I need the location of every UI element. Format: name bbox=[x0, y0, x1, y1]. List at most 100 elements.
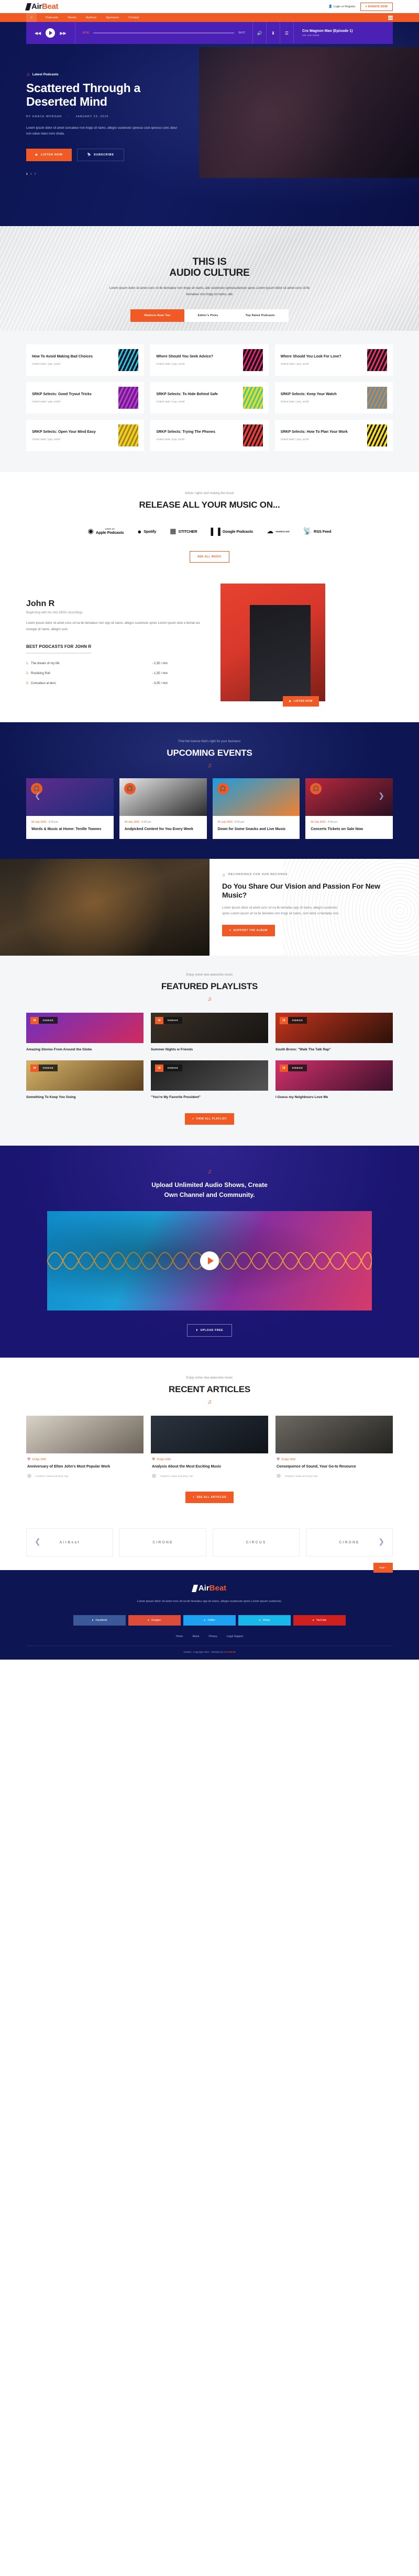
nav-list: Podcasts Series Authors Sponsors Contact bbox=[41, 16, 144, 19]
article-body: 📅 23 Apr 2020 Anniversary of Elton John's … bbox=[26, 1453, 144, 1479]
social-link-yt[interactable]: ● YouTube bbox=[293, 1615, 346, 1626]
artist-listen-button[interactable]: ▶ LISTEN NOW bbox=[283, 696, 319, 707]
back-to-top-button[interactable]: TOP ↑ bbox=[373, 1563, 393, 1573]
chevron-right-icon[interactable]: ❯ bbox=[378, 791, 384, 800]
platform-rss-feed[interactable]: 📡 RSS Feed bbox=[303, 527, 332, 535]
social-link-gp[interactable]: ● Google+ bbox=[128, 1615, 181, 1626]
social-link-vm[interactable]: ● Vimeo bbox=[238, 1615, 291, 1626]
progress-bar[interactable] bbox=[93, 32, 235, 33]
hero-slide-dots[interactable]: 1 2 3 bbox=[26, 173, 189, 176]
article-card[interactable]: 📅 23 Apr 2020 Consequence of Sound, Your G… bbox=[275, 1416, 393, 1479]
skip-back-icon[interactable]: ◀◀ bbox=[35, 31, 41, 36]
copyright-link[interactable]: COLORLIB bbox=[224, 1651, 236, 1653]
see-all-articles-button[interactable]: + SEE ALL ARTICLES bbox=[185, 1492, 234, 1504]
playlist-card[interactable]: 18 VIDEOS "You're My Favorite President" bbox=[151, 1060, 268, 1100]
nav-item-series[interactable]: Series bbox=[63, 16, 81, 19]
tab-top-rated-podcasts[interactable]: Top Rated Podcasts bbox=[231, 309, 289, 322]
donate-now-button[interactable]: ♥ DONATE NOW bbox=[360, 2, 393, 11]
view-all-playlist-button[interactable]: + VIEW ALL PLAYLIST bbox=[184, 1113, 235, 1125]
nav-item-sponsors[interactable]: Sponsors bbox=[101, 16, 124, 19]
station-card[interactable]: Where Should You Look For Love? United st… bbox=[274, 344, 393, 376]
social-link-fb[interactable]: ● Facebook bbox=[73, 1615, 126, 1626]
subscribe-button[interactable]: 📡 SUBSCRIBE bbox=[77, 148, 124, 161]
playlist-card[interactable]: 18 VIDEOS Amazing Stories From Around the … bbox=[26, 1012, 144, 1052]
support-album-button[interactable]: ♥ SUPPORT THE ALBUM bbox=[222, 924, 275, 936]
hero-photo bbox=[199, 47, 419, 178]
playlist-card[interactable]: 18 VIDEOS Summer Nights w Friends bbox=[151, 1012, 268, 1052]
station-card[interactable]: SRKP Selects: Good Tryout Tricks United s… bbox=[26, 382, 145, 413]
station-meta: United state / pop, world bbox=[32, 438, 60, 441]
login-register-link[interactable]: 👤 Login or Register bbox=[328, 5, 355, 9]
play-icon[interactable] bbox=[200, 1251, 219, 1271]
station-card[interactable]: Where Should You Seek Advice? United stat… bbox=[150, 344, 269, 376]
slide-dot-3[interactable]: 3 bbox=[35, 173, 36, 176]
station-card[interactable]: SRKP Selects: Open Your Mind Easy United … bbox=[26, 420, 145, 451]
home-icon[interactable]: ⌂ bbox=[26, 13, 37, 22]
stations-container: How To Avoid Making Bad Choices United st… bbox=[26, 344, 393, 451]
playlist-card[interactable]: 18 VIDEOS South Bronx: "Walk The Talk Rap" bbox=[275, 1012, 393, 1052]
event-card[interactable]: 🎧 04 July 2020 - 8:00 pm Down for Some Sna… bbox=[212, 778, 300, 839]
station-card[interactable]: How To Avoid Making Bad Choices United st… bbox=[26, 344, 145, 376]
tab-editors-picks[interactable]: Editor's Picks bbox=[184, 309, 232, 322]
footer-nav-home[interactable]: Home bbox=[176, 1635, 183, 1638]
slide-dot-2[interactable]: 2 bbox=[30, 173, 32, 176]
promo-video[interactable] bbox=[47, 1211, 372, 1311]
playlist-card[interactable]: 18 VIDEOS Something To Keep You Going bbox=[26, 1060, 144, 1100]
footer-logo[interactable]: AirBeat bbox=[191, 1584, 226, 1593]
articles-container: Enjoy some new awesome music RECENT ARTI… bbox=[26, 1376, 393, 1504]
tab-stations-near-you[interactable]: Stations Near You bbox=[130, 309, 184, 322]
platform-soundcloud[interactable]: ☁ SOUNDCLOUD bbox=[267, 527, 290, 535]
station-card[interactable]: SRKP Selects: Keep Your Watch United stat… bbox=[274, 382, 393, 413]
station-card[interactable]: SRKP Selects: Trying The Phones United st… bbox=[150, 420, 269, 451]
station-card-text: SRKP Selects: Open Your Mind Easy United … bbox=[32, 430, 96, 441]
hamburger-icon[interactable] bbox=[388, 16, 393, 20]
volume-icon[interactable]: 🔊 bbox=[252, 22, 266, 44]
platform-stitcher[interactable]: ▦ STITCHER bbox=[170, 527, 197, 535]
event-title: Words & Music at Home: Tenille Townes bbox=[31, 827, 102, 831]
footer-nav-about[interactable]: About bbox=[192, 1635, 199, 1638]
station-meta: United state / pop, world bbox=[32, 400, 60, 404]
upcoming-events-section: Find the licence that's right for your b… bbox=[0, 722, 419, 859]
playlist-card[interactable]: 18 VIDEOS I Guess my Neighbours Love Me bbox=[275, 1060, 393, 1100]
event-card[interactable]: 🎧 04 July 2020 - 8:00 pm Words & Music at … bbox=[26, 778, 114, 839]
play-icon[interactable] bbox=[46, 28, 56, 38]
brand-logo[interactable]: CIRONE bbox=[119, 1528, 206, 1557]
platform-apple-podcasts[interactable]: ◉ Listen on Apple Podcasts bbox=[88, 527, 124, 535]
chevron-left-icon[interactable]: ❮ bbox=[35, 1537, 41, 1546]
chevron-left-icon[interactable]: ❮ bbox=[35, 791, 41, 800]
platform-google-podcasts[interactable]: ▌▐ Google Podcasts bbox=[211, 528, 253, 535]
hero-byline: BY GRACE MORGAN | JANUARY 23, 2019 bbox=[26, 115, 189, 118]
footer-nav-privacy[interactable]: Privacy bbox=[208, 1635, 217, 1638]
track-row[interactable]: 2. Rockking Roll - 1,35 / min bbox=[26, 670, 168, 680]
nav-item-podcasts[interactable]: Podcasts bbox=[41, 16, 63, 19]
see-all-music-button[interactable]: SEE ALL MUSIC bbox=[189, 551, 230, 563]
upload-free-button[interactable]: ⬆ UPLOAD FREE bbox=[186, 1324, 233, 1337]
player-progress[interactable]: 00:00 04:27 bbox=[75, 31, 252, 35]
site-logo[interactable]: AirBeat bbox=[25, 2, 59, 11]
nav-item-authors[interactable]: Authors bbox=[81, 16, 101, 19]
station-card[interactable]: SRKP Selects: How To Plan Your Work Unite… bbox=[274, 420, 393, 451]
footer-nav-legal-support[interactable]: Legal Support bbox=[227, 1635, 243, 1638]
station-meta: United state / pop, world bbox=[156, 362, 185, 366]
article-card[interactable]: 📅 23 Apr 2020 Anniversary of Elton John's … bbox=[26, 1416, 144, 1479]
download-icon[interactable]: ⬇ bbox=[266, 22, 280, 44]
platform-spotify[interactable]: ● Spotify bbox=[137, 528, 156, 535]
chevron-right-icon[interactable]: ❯ bbox=[378, 1537, 384, 1546]
playlist-count: 18 bbox=[155, 1064, 163, 1072]
playlist-icon[interactable]: ☰ bbox=[280, 22, 293, 44]
track-title: Concateur al duro bbox=[31, 682, 56, 686]
skip-forward-icon[interactable]: ▶▶ bbox=[60, 31, 66, 36]
hero-author: BY GRACE MORGAN bbox=[26, 115, 62, 118]
listen-now-button[interactable]: ▶ LISTEN NOW bbox=[26, 148, 72, 161]
event-card[interactable]: 🎧 04 July 2020 - 8:00 pm Andpicked Content… bbox=[119, 778, 207, 839]
event-card[interactable]: 🎧 04 July 2020 - 8:00 pm Concerts Tickets … bbox=[305, 778, 393, 839]
nav-item-contact[interactable]: Contact bbox=[124, 16, 144, 19]
social-link-tw[interactable]: ● Twitter bbox=[183, 1615, 236, 1626]
slide-dot-1[interactable]: 1 bbox=[26, 173, 28, 176]
articles-grid: 📅 23 Apr 2020 Anniversary of Elton John's … bbox=[26, 1416, 393, 1479]
brand-logo[interactable]: CIRCUS bbox=[213, 1528, 300, 1557]
station-card[interactable]: SRKP Selects: To Hide Behind Safe United … bbox=[150, 382, 269, 413]
track-row[interactable]: 1. The dream of my life - 2,35 / min bbox=[26, 660, 168, 670]
track-row[interactable]: 3. Concateur al duro - 3,05 / min bbox=[26, 680, 168, 690]
article-card[interactable]: 📅 23 Apr 2020 Analysis About the Most Exci… bbox=[151, 1416, 268, 1479]
